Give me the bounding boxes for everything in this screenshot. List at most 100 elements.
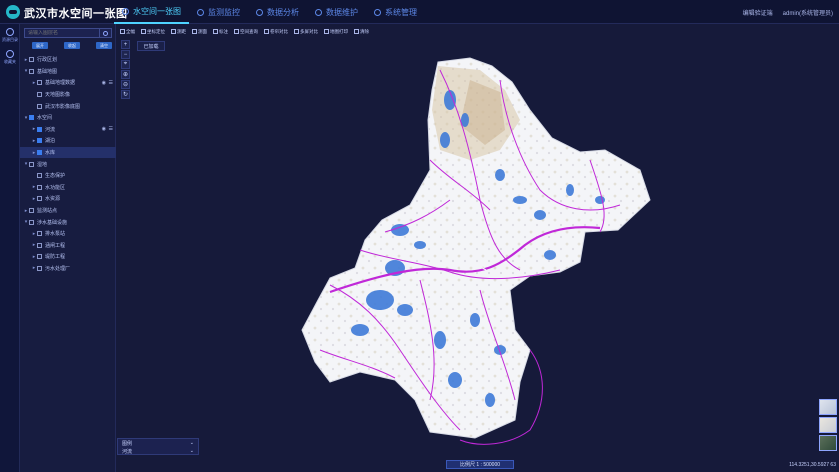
layer-checkbox[interactable] [29, 161, 34, 167]
tree-item[interactable]: ▸ 堤防工程 [20, 251, 116, 263]
leftnav-item-catalog[interactable]: 资源目录 [0, 24, 20, 46]
main-nav: 水空间一张图 监测监控 数据分析 数据维护 系统管理 [114, 0, 425, 24]
nav-item-water-map[interactable]: 水空间一张图 [114, 0, 189, 24]
ruler-icon [171, 29, 176, 34]
tree-item[interactable]: ▸ 水功能区 [20, 182, 116, 194]
eye-icon[interactable]: ◉ [102, 80, 106, 86]
nav-item-analysis[interactable]: 数据分析 [248, 0, 307, 24]
zoom-box-out-button[interactable]: ⊖ [121, 80, 130, 89]
menu-icon[interactable]: ☰ [109, 126, 113, 132]
tree-item[interactable]: ▾ 湿地 [20, 158, 116, 170]
zoom-box-in-button[interactable]: ⊕ [121, 70, 130, 79]
tool-print-button[interactable]: 地图打印 [322, 27, 350, 36]
user-menu[interactable]: admin(系统管理员) [783, 8, 833, 17]
layer-checkbox[interactable] [37, 103, 42, 109]
tree-item[interactable]: ▸ 污水处理厂 [20, 263, 116, 275]
tree-item[interactable]: ▾ 水空间 [20, 112, 116, 124]
nav-item-monitoring[interactable]: 监测监控 [189, 0, 248, 24]
tree-item-label: 涉水基础设施 [37, 219, 68, 226]
area-icon [192, 29, 197, 34]
tree-item-label: 湿地 [37, 161, 48, 168]
layer-checkbox[interactable] [37, 138, 42, 144]
layer-checkbox[interactable] [37, 173, 42, 179]
layer-search-input[interactable] [25, 30, 100, 36]
tool-crosshair-button[interactable]: 坐标定位 [139, 27, 167, 36]
tree-item[interactable]: 武汉市影像底图 [20, 100, 116, 112]
layer-checkbox[interactable] [37, 80, 42, 86]
share-icon [374, 8, 381, 16]
tree-item-label: 天地图影像 [45, 92, 71, 99]
tree-item[interactable]: ▸ 河流 ◉ ☰ [20, 124, 116, 136]
compass-icon [256, 8, 263, 16]
tool-eraser-button[interactable]: 清除 [352, 27, 371, 36]
tree-item[interactable]: ▸ 涵闸工程 [20, 240, 116, 252]
nav-item-system[interactable]: 系统管理 [366, 0, 425, 24]
tree-item[interactable]: ▸ 排水泵站 [20, 228, 116, 240]
layer-checkbox[interactable] [29, 57, 34, 63]
tool-swipe-button[interactable]: 卷帘对比 [262, 27, 290, 36]
leftnav-item-favorites[interactable]: 收藏夹 [0, 46, 20, 68]
tree-item[interactable]: ▸ 监测站点 [20, 205, 116, 217]
layer-checkbox[interactable] [29, 68, 34, 74]
legend-select-value[interactable]: 河流 ⌄ [118, 447, 198, 455]
legend-select-header[interactable]: 图例 ⌄ [118, 439, 198, 447]
tool-split-button[interactable]: 多屏对比 [292, 27, 320, 36]
layer-checkbox[interactable] [37, 92, 42, 98]
tool-pin-button[interactable]: 标注 [211, 27, 230, 36]
tool-globe-button[interactable]: 全幅 [118, 27, 137, 36]
swipe-icon [264, 29, 269, 34]
layer-checkbox[interactable] [29, 219, 34, 225]
layer-checkbox[interactable] [37, 196, 42, 202]
layer-panel: 展开 收起 清空 ▸行政区划▾基础地图▸基础地理数据◉☰ 天地图影像武汉市影像底图… [20, 24, 116, 472]
menu-icon[interactable]: ☰ [109, 80, 113, 86]
location-icon [197, 8, 204, 16]
tool-query-button[interactable]: 空间查询 [232, 27, 260, 36]
tree-item[interactable]: ▾ 基础地图 [20, 66, 116, 78]
map-toolbar: 全幅 坐标定位 测距 测面 标注 空间查询 卷帘对比 多屏对比 地图打印 清除 [118, 27, 371, 36]
layer-checkbox[interactable] [29, 115, 34, 121]
nav-item-maintenance[interactable]: 数据维护 [307, 0, 366, 24]
city-boundary [301, 57, 651, 439]
tree-item[interactable]: ▸ 水资源 [20, 193, 116, 205]
tree-item[interactable]: 生态保护 [20, 170, 116, 182]
tool-area-button[interactable]: 测面 [190, 27, 209, 36]
layer-checkbox[interactable] [37, 265, 42, 271]
layer-checkbox[interactable] [29, 208, 34, 214]
tree-item[interactable]: 天地图影像 [20, 89, 116, 101]
tree-item[interactable]: ▸ 湖泊 [20, 135, 116, 147]
tool-ruler-button[interactable]: 测距 [169, 27, 188, 36]
user-area: 编辑验证端 admin(系统管理员) [743, 0, 833, 24]
split-icon [294, 29, 299, 34]
layer-checkbox[interactable] [37, 126, 42, 132]
zoom-in-button[interactable]: + [121, 40, 130, 49]
edit-verify-link[interactable]: 编辑验证端 [743, 8, 773, 17]
tree-item[interactable]: ▸ 行政区划 [20, 54, 116, 66]
basemap-vector-thumb[interactable] [819, 399, 837, 415]
layer-checkbox[interactable] [37, 242, 42, 248]
clear-button[interactable]: 清空 [96, 42, 112, 49]
locate-button[interactable]: ⌖ [121, 60, 130, 69]
loaded-layers-tab[interactable]: 已加载 [137, 41, 165, 51]
refresh-button[interactable]: ↻ [121, 90, 130, 99]
coordinate-readout: 114.3251,30.5927 63 [789, 462, 836, 468]
basemap-terrain-thumb[interactable] [819, 417, 837, 433]
basemap-imagery-thumb[interactable] [819, 435, 837, 451]
tree-item[interactable]: ▸ 基础地理数据 ◉ ☰ [20, 77, 116, 89]
search-button[interactable] [99, 28, 111, 38]
legend-select-label: 河流 [122, 448, 133, 455]
collapse-button[interactable]: 收起 [64, 42, 80, 49]
tool-label: 测面 [198, 28, 207, 34]
nav-item-label: 数据维护 [326, 7, 358, 17]
basemap-switcher [819, 399, 837, 451]
tool-label: 坐标定位 [147, 28, 165, 34]
zoom-out-button[interactable]: − [121, 50, 130, 59]
layer-checkbox[interactable] [37, 150, 42, 156]
layer-checkbox[interactable] [37, 254, 42, 260]
tool-label: 全幅 [126, 28, 135, 34]
eye-icon[interactable]: ◉ [102, 126, 106, 132]
tree-item[interactable]: ▸ 水库 [20, 146, 116, 159]
tree-item[interactable]: ▾ 涉水基础设施 [20, 216, 116, 228]
layer-checkbox[interactable] [37, 184, 42, 190]
expand-button[interactable]: 展开 [32, 42, 48, 49]
layer-checkbox[interactable] [37, 231, 42, 237]
